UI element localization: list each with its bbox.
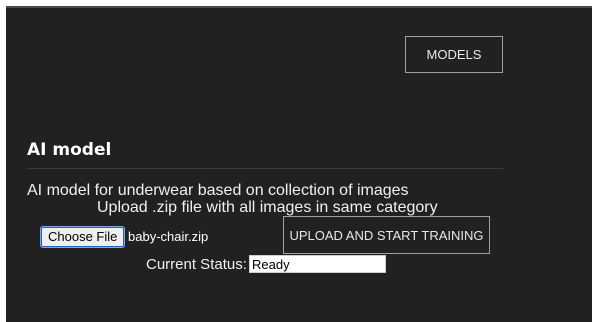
selected-file-name: baby-chair.zip	[128, 229, 209, 244]
top-border	[6, 6, 592, 8]
models-button[interactable]: MODELS	[405, 36, 503, 73]
upload-instruction: Upload .zip file with all images in same…	[97, 199, 438, 216]
title-divider	[27, 168, 503, 169]
status-label: Current Status:	[146, 256, 247, 273]
choose-file-button[interactable]: Choose File	[41, 227, 125, 247]
page-title: AI model	[27, 140, 112, 160]
status-field[interactable]	[249, 255, 386, 273]
app-panel: MODELS AI model AI model for underwear b…	[6, 6, 592, 322]
model-description: AI model for underwear based on collecti…	[27, 182, 409, 199]
upload-and-train-button[interactable]: UPLOAD AND START TRAINING	[283, 216, 490, 254]
